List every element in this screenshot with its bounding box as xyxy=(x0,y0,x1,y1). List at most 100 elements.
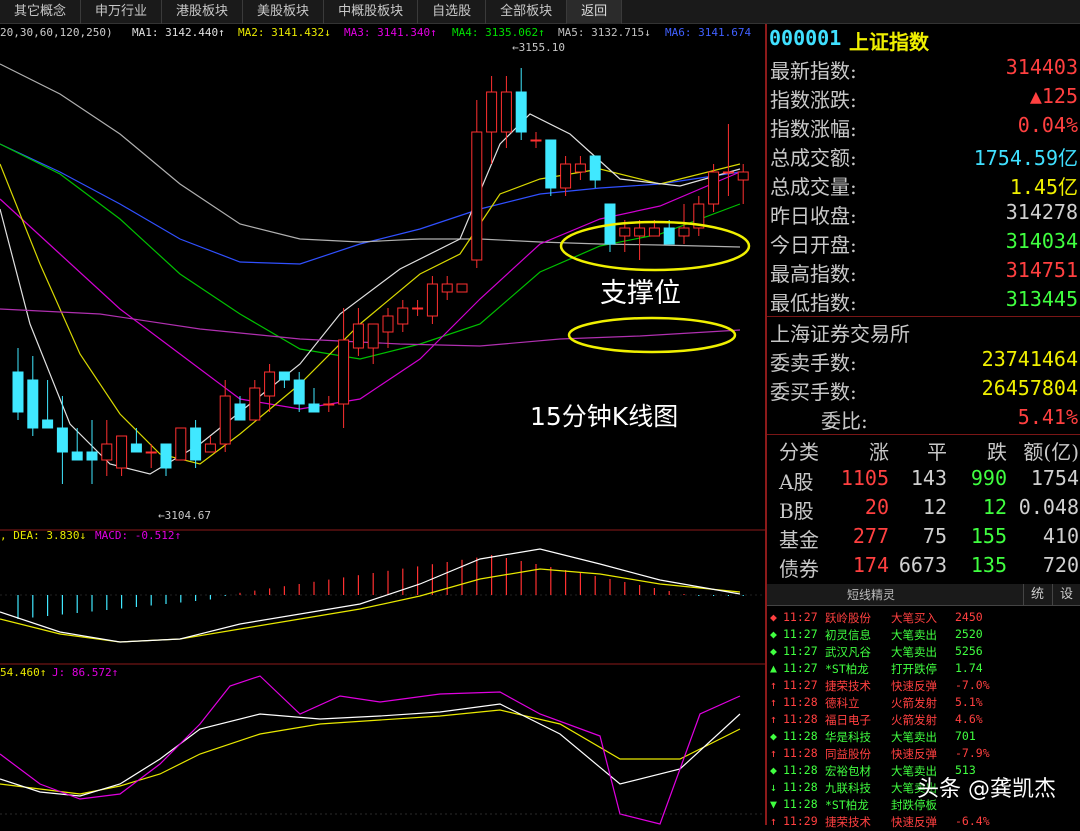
candle-body[interactable] xyxy=(87,452,97,460)
candle-body[interactable] xyxy=(265,372,275,396)
candle-body[interactable] xyxy=(205,444,215,452)
spirit-item[interactable]: ◆11:27武汉凡谷大笔卖出5256 xyxy=(767,644,1080,661)
tab-2[interactable]: 港股板块 xyxy=(162,0,243,24)
candle-body[interactable] xyxy=(442,284,452,292)
spirit-item[interactable]: ↑11:28德科立火箭发射5.1% xyxy=(767,695,1080,712)
spirit-stock: 德科立 xyxy=(825,695,860,711)
spirit-item[interactable]: ↑11:28同益股份快速反弹-7.9% xyxy=(767,746,1080,763)
quote-label: 总成交量: xyxy=(770,171,857,200)
candle-body[interactable] xyxy=(709,172,719,204)
candle-body[interactable] xyxy=(353,324,363,348)
candle-body[interactable] xyxy=(43,420,53,428)
spirit-item[interactable]: ↑11:29捷荣技术快速反弹-6.4% xyxy=(767,814,1080,831)
tab-1[interactable]: 申万行业 xyxy=(81,0,162,24)
candle-body[interactable] xyxy=(57,428,67,452)
spirit-item[interactable]: ↑11:28福日电子火箭发射4.6% xyxy=(767,712,1080,729)
candle-body[interactable] xyxy=(531,140,541,141)
candle-body[interactable] xyxy=(235,404,245,420)
candle-body[interactable] xyxy=(487,92,497,132)
order-value: 23741464 xyxy=(982,347,1078,371)
stats-button[interactable]: 统 xyxy=(1023,584,1051,606)
candle-body[interactable] xyxy=(575,164,585,172)
candle-body[interactable] xyxy=(250,388,260,420)
order-label: 委比: xyxy=(821,405,868,434)
spirit-item[interactable]: ◆11:27跃岭股份大笔买入2450 xyxy=(767,610,1080,627)
candle-body[interactable] xyxy=(368,324,378,348)
tab-back[interactable]: 返回 xyxy=(567,0,622,24)
candle-body[interactable] xyxy=(161,444,171,468)
candle-body[interactable] xyxy=(664,228,674,244)
candle-body[interactable] xyxy=(72,452,82,460)
tab-3[interactable]: 美股板块 xyxy=(243,0,324,24)
tab-0[interactable]: 其它概念 xyxy=(0,0,81,24)
candle-body[interactable] xyxy=(561,164,571,188)
candle-body[interactable] xyxy=(176,428,186,460)
quote-label: 最低指数: xyxy=(770,287,857,316)
quote-header: 000001 上证指数 xyxy=(767,26,1080,55)
watermark: 头条 @龚凯杰 xyxy=(917,771,1056,803)
spirit-value: 1.74 xyxy=(955,661,983,675)
settings-button[interactable]: 设 xyxy=(1052,584,1080,606)
candle-body[interactable] xyxy=(472,132,482,260)
spirit-item[interactable]: ↑11:27捷荣技术快速反弹-7.0% xyxy=(767,678,1080,695)
table-row-name: 债券 xyxy=(779,553,819,582)
candle-body[interactable] xyxy=(13,372,23,412)
spirit-item[interactable]: ▲11:27*ST柏龙打开跌停1.74 xyxy=(767,661,1080,678)
candle-body[interactable] xyxy=(413,308,423,309)
table-cell-amt: 720 xyxy=(1043,553,1079,577)
table-cell-flat: 6673 xyxy=(899,553,947,577)
spirit-item[interactable]: ◆11:27初灵信息大笔卖出2520 xyxy=(767,627,1080,644)
candle-body[interactable] xyxy=(309,404,319,412)
tab-6[interactable]: 全部板块 xyxy=(486,0,567,24)
candle-body[interactable] xyxy=(501,92,511,132)
candle-body[interactable] xyxy=(117,436,127,468)
candle-body[interactable] xyxy=(146,452,156,453)
candle-body[interactable] xyxy=(620,228,630,236)
candle-body[interactable] xyxy=(635,228,645,236)
candle-body[interactable] xyxy=(339,340,349,404)
candle-body[interactable] xyxy=(723,172,733,173)
candle-body[interactable] xyxy=(279,372,289,380)
candle-body[interactable] xyxy=(427,284,437,316)
spirit-time: 11:29 xyxy=(783,814,818,828)
table-header-cell: 平 xyxy=(927,436,947,465)
candle-body[interactable] xyxy=(516,92,526,132)
candle-body[interactable] xyxy=(590,156,600,180)
table-cell-down: 135 xyxy=(971,553,1007,577)
table-row: B股2012120.048 xyxy=(767,495,1080,524)
quote-row: 指数涨跌:▲125 xyxy=(767,84,1080,113)
candle-body[interactable] xyxy=(649,228,659,236)
kline-chart-svg[interactable]: ←3155.10←3104.67支撑位15分钟K线图 xyxy=(0,24,765,825)
table-cell-flat: 75 xyxy=(923,524,947,548)
candle-body[interactable] xyxy=(102,444,112,460)
spirit-value: 2520 xyxy=(955,627,983,641)
candle-body[interactable] xyxy=(546,140,556,188)
order-row: 委比:5.41% xyxy=(767,405,1080,434)
candle-body[interactable] xyxy=(457,284,467,292)
candle-body[interactable] xyxy=(294,380,304,404)
candle-body[interactable] xyxy=(679,228,689,236)
spirit-item[interactable]: ◆11:28华是科技大笔卖出701 xyxy=(767,729,1080,746)
candle-body[interactable] xyxy=(398,308,408,324)
candle-body[interactable] xyxy=(131,444,141,452)
tab-4[interactable]: 中概股板块 xyxy=(324,0,418,24)
spirit-mark: ▲ xyxy=(770,661,777,675)
table-cell-amt: 0.048 xyxy=(1019,495,1079,519)
macd-label-0: , DEA: 3.830↓ xyxy=(0,529,86,542)
quote-row: 昨日收盘:314278 xyxy=(767,200,1080,229)
candle-body[interactable] xyxy=(324,404,334,405)
spirit-stock: 华是科技 xyxy=(825,729,871,745)
quote-label: 指数涨跌: xyxy=(770,84,857,113)
kline-chart-area[interactable]: ←3155.10←3104.67支撑位15分钟K线图 20,30,60,120,… xyxy=(0,24,765,825)
candle-body[interactable] xyxy=(220,396,230,444)
candle-body[interactable] xyxy=(191,428,201,460)
candle-body[interactable] xyxy=(28,380,38,428)
spirit-mark: ◆ xyxy=(770,644,777,658)
table-cell-up: 277 xyxy=(853,524,889,548)
tab-5[interactable]: 自选股 xyxy=(418,0,486,24)
table-row-name: B股 xyxy=(779,495,814,524)
candle-body[interactable] xyxy=(383,316,393,332)
table-cell-down: 990 xyxy=(971,466,1007,490)
spirit-mark: ↑ xyxy=(770,695,777,709)
candle-body[interactable] xyxy=(738,172,748,180)
